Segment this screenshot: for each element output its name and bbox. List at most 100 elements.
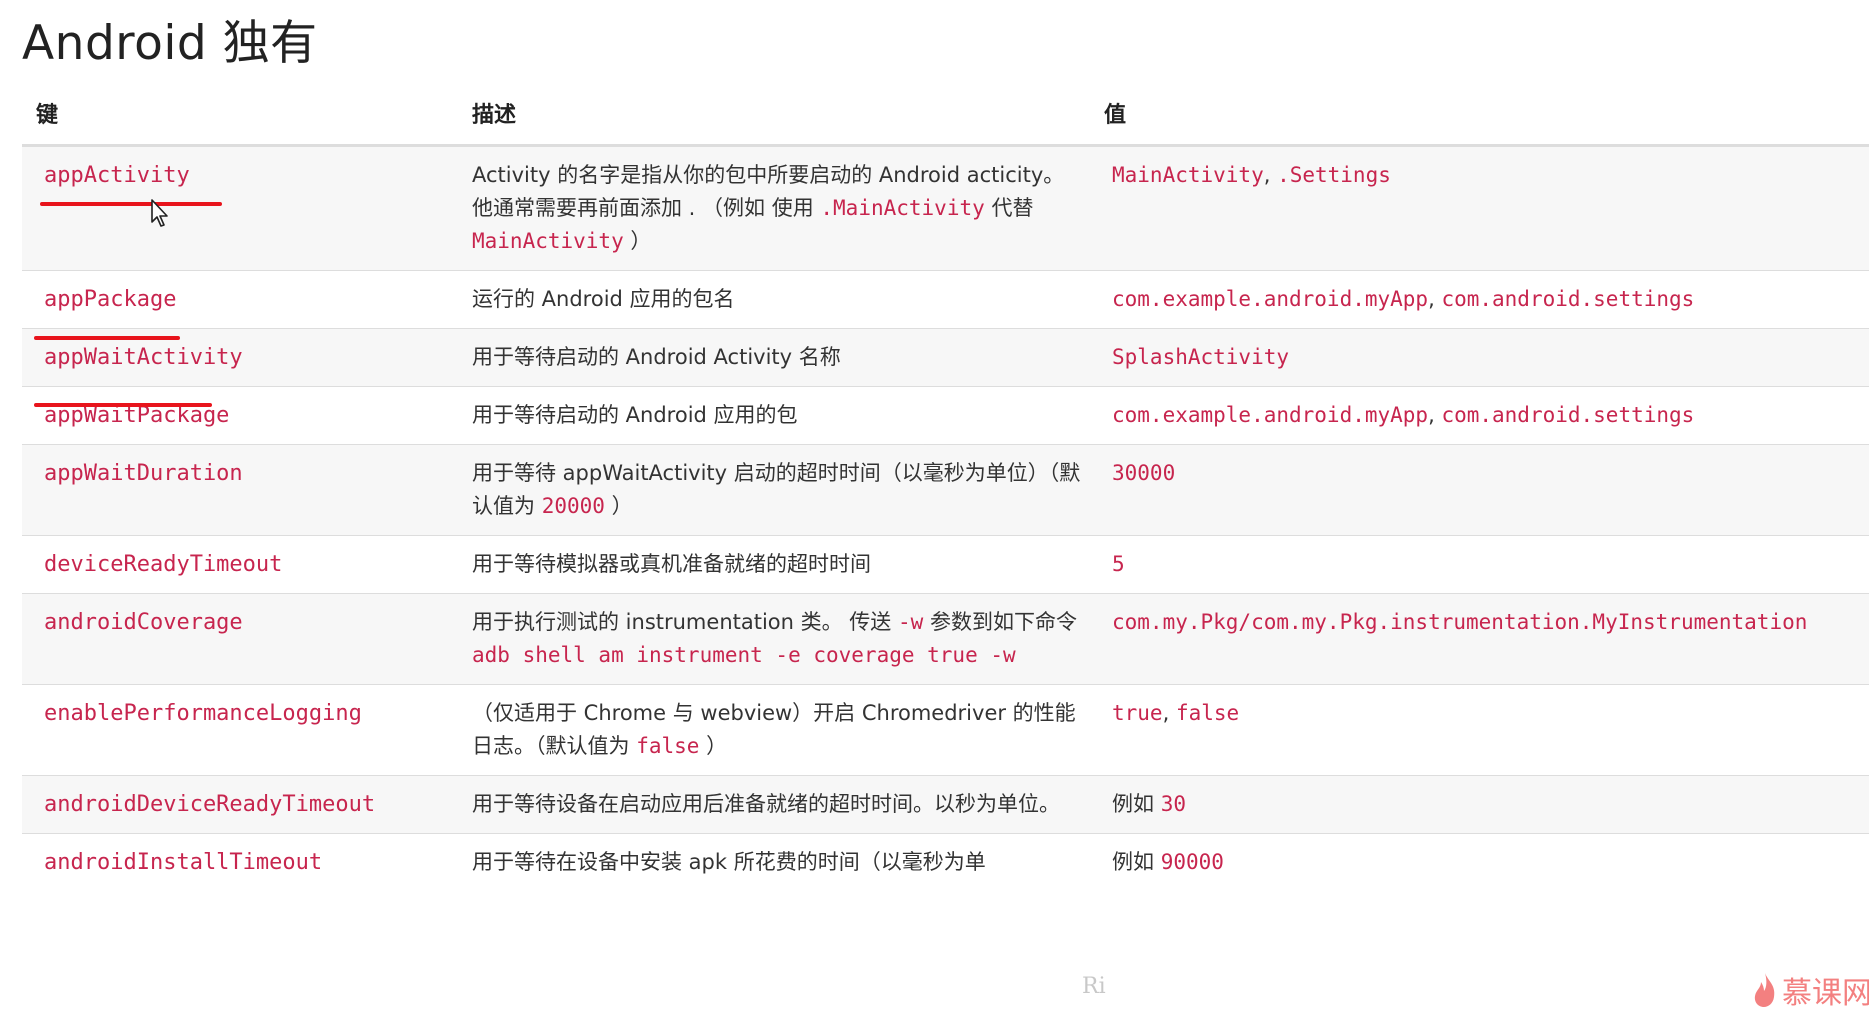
text-segment: , [1263, 163, 1278, 187]
page: Android 独有 键 描述 值 appActivity Activity 的名… [0, 0, 1869, 1014]
cell-description: （仅适用于 Chrome 与 webview）开启 Chromedriver 的… [450, 684, 1090, 776]
text-segment: , [1428, 287, 1442, 311]
text-segment: ） [604, 494, 633, 518]
text-segment: 参数到如下命令 [923, 610, 1077, 634]
code-value: 20000 [541, 494, 605, 518]
text-segment: 用于等待在设备中安装 apk 所花费的时间（以毫秒为单 [472, 850, 986, 874]
text-segment: 运行的 Android 应用的包名 [472, 287, 735, 311]
capability-key: enablePerformanceLogging [44, 701, 362, 726]
cell-value: SplashActivity [1090, 328, 1869, 387]
text-segment: 用于执行测试的 instrumentation 类。 传送 [472, 610, 898, 634]
column-header-value: 值 [1090, 82, 1869, 147]
cell-description: 运行的 Android 应用的包名 [450, 270, 1090, 329]
text-segment: , [1428, 403, 1442, 427]
capability-key: androidDeviceReadyTimeout [44, 792, 376, 817]
text-segment: （仅适用于 Chrome 与 webview）开启 Chromedriver 的… [472, 701, 1076, 758]
cell-description: 用于等待 appWaitActivity 启动的超时时间（以毫秒为单位）（默认值… [450, 444, 1090, 536]
text-segment: 用于等待设备在启动应用后准备就绪的超时时间。以秒为单位。 [472, 792, 1060, 816]
table-row: appWaitPackage 用于等待启动的 Android 应用的包 com.ex… [22, 386, 1869, 445]
text-segment: 用于等待启动的 Android 应用的包 [472, 403, 798, 427]
cell-description: Activity 的名字是指从你的包中所要启动的 Android acticit… [450, 145, 1090, 271]
text-segment: ） [623, 229, 652, 253]
cell-key: appActivity [22, 145, 450, 271]
watermark-mark: Ri [1082, 974, 1106, 999]
text-segment: 例如 [1112, 850, 1161, 874]
code-value: 30 [1160, 792, 1186, 816]
capability-key: androidInstallTimeout [44, 850, 323, 875]
cell-key: appWaitPackage [22, 386, 450, 445]
text-segment: ） [699, 734, 728, 758]
capability-key: appWaitDuration [44, 461, 243, 486]
column-header-desc: 描述 [450, 82, 1090, 147]
cursor-arrow-icon [151, 199, 168, 227]
column-header-key: 键 [22, 82, 450, 147]
code-value: adb shell am instrument -e coverage true… [472, 643, 1016, 667]
code-value: com.android.settings [1441, 403, 1695, 427]
cell-description: 用于等待模拟器或真机准备就绪的超时时间 [450, 535, 1090, 594]
cell-value: MainActivity, .Settings [1090, 145, 1869, 271]
capabilities-table: 键 描述 值 appActivity Activity 的名字是指从你的包中所要启… [22, 82, 1869, 891]
annotation-underline [34, 336, 180, 340]
cell-key: enablePerformanceLogging [22, 684, 450, 776]
code-value: .Settings [1277, 163, 1391, 187]
cell-key: androidCoverage [22, 593, 450, 685]
code-value: com.my.Pkg/com.my.Pkg.instrumentation.My… [1112, 610, 1808, 634]
cell-key: deviceReadyTimeout [22, 535, 450, 594]
capability-key: appActivity [44, 163, 190, 188]
table-row: androidInstallTimeout 用于等待在设备中安装 apk 所花费的… [22, 833, 1869, 891]
annotation-underline [34, 403, 212, 407]
capability-key: appPackage [44, 287, 177, 312]
table-header-row: 键 描述 值 [22, 82, 1869, 147]
cell-value: 例如 30 [1090, 775, 1869, 834]
table-row: appWaitActivity 用于等待启动的 Android Activity … [22, 328, 1869, 387]
code-value: SplashActivity [1112, 345, 1290, 369]
capability-key: androidCoverage [44, 610, 243, 635]
code-value: com.example.android.myApp [1112, 287, 1429, 311]
code-value: false [1175, 701, 1240, 725]
code-value: false [636, 734, 700, 758]
logo-text: 慕课网 [1782, 976, 1869, 1011]
cell-value: com.my.Pkg/com.my.Pkg.instrumentation.My… [1090, 593, 1869, 685]
cell-key: androidInstallTimeout [22, 833, 450, 891]
page-title: Android 独有 [22, 16, 318, 71]
table-row: enablePerformanceLogging （仅适用于 Chrome 与 w… [22, 684, 1869, 776]
cell-key: appWaitDuration [22, 444, 450, 536]
text-segment: 代替 [984, 196, 1034, 220]
cell-value: 例如 90000 [1090, 833, 1869, 891]
cell-description: 用于执行测试的 instrumentation 类。 传送 -w 参数到如下命令… [450, 593, 1090, 685]
code-value: com.android.settings [1441, 287, 1695, 311]
flame-logo-icon [1754, 973, 1775, 1007]
table-row: appPackage 运行的 Android 应用的包名 com.example.a… [22, 270, 1869, 329]
code-value: -w [897, 610, 924, 634]
site-logo: 慕课网 [1752, 968, 1869, 1012]
cell-key: androidDeviceReadyTimeout [22, 775, 450, 834]
capability-key: deviceReadyTimeout [44, 552, 283, 577]
table-row: appWaitDuration 用于等待 appWaitActivity 启动的超… [22, 444, 1869, 536]
cell-description: 用于等待在设备中安装 apk 所花费的时间（以毫秒为单 [450, 833, 1090, 891]
cell-value: com.example.android.myApp, com.android.s… [1090, 270, 1869, 329]
text-segment: , [1162, 701, 1176, 725]
text-segment: 用于等待启动的 Android Activity 名称 [472, 345, 841, 369]
table-row: appActivity Activity 的名字是指从你的包中所要启动的 Andr… [22, 145, 1869, 271]
table-row: androidCoverage 用于执行测试的 instrumentation 类… [22, 593, 1869, 685]
cell-description: 用于等待启动的 Android Activity 名称 [450, 328, 1090, 387]
code-value: .MainActivity [820, 196, 985, 220]
code-value: 90000 [1160, 850, 1224, 874]
code-value: 5 [1112, 552, 1125, 576]
annotation-underline [40, 202, 222, 206]
code-value: MainActivity [1112, 163, 1264, 187]
capability-key: appWaitActivity [44, 345, 243, 370]
cell-key: appPackage [22, 270, 450, 329]
table-row: deviceReadyTimeout 用于等待模拟器或真机准备就绪的超时时间 5 [22, 535, 1869, 594]
cell-value: 5 [1090, 535, 1869, 594]
code-value: true [1112, 701, 1163, 725]
table-row: androidDeviceReadyTimeout 用于等待设备在启动应用后准备就… [22, 775, 1869, 834]
cell-value: com.example.android.myApp, com.android.s… [1090, 386, 1869, 445]
code-value: 30000 [1112, 461, 1176, 485]
cell-description: 用于等待启动的 Android 应用的包 [450, 386, 1090, 445]
cell-value: 30000 [1090, 444, 1869, 536]
text-segment: 例如 [1112, 792, 1161, 816]
code-value: MainActivity [472, 229, 624, 253]
cell-description: 用于等待设备在启动应用后准备就绪的超时时间。以秒为单位。 [450, 775, 1090, 834]
cell-value: true, false [1090, 684, 1869, 776]
